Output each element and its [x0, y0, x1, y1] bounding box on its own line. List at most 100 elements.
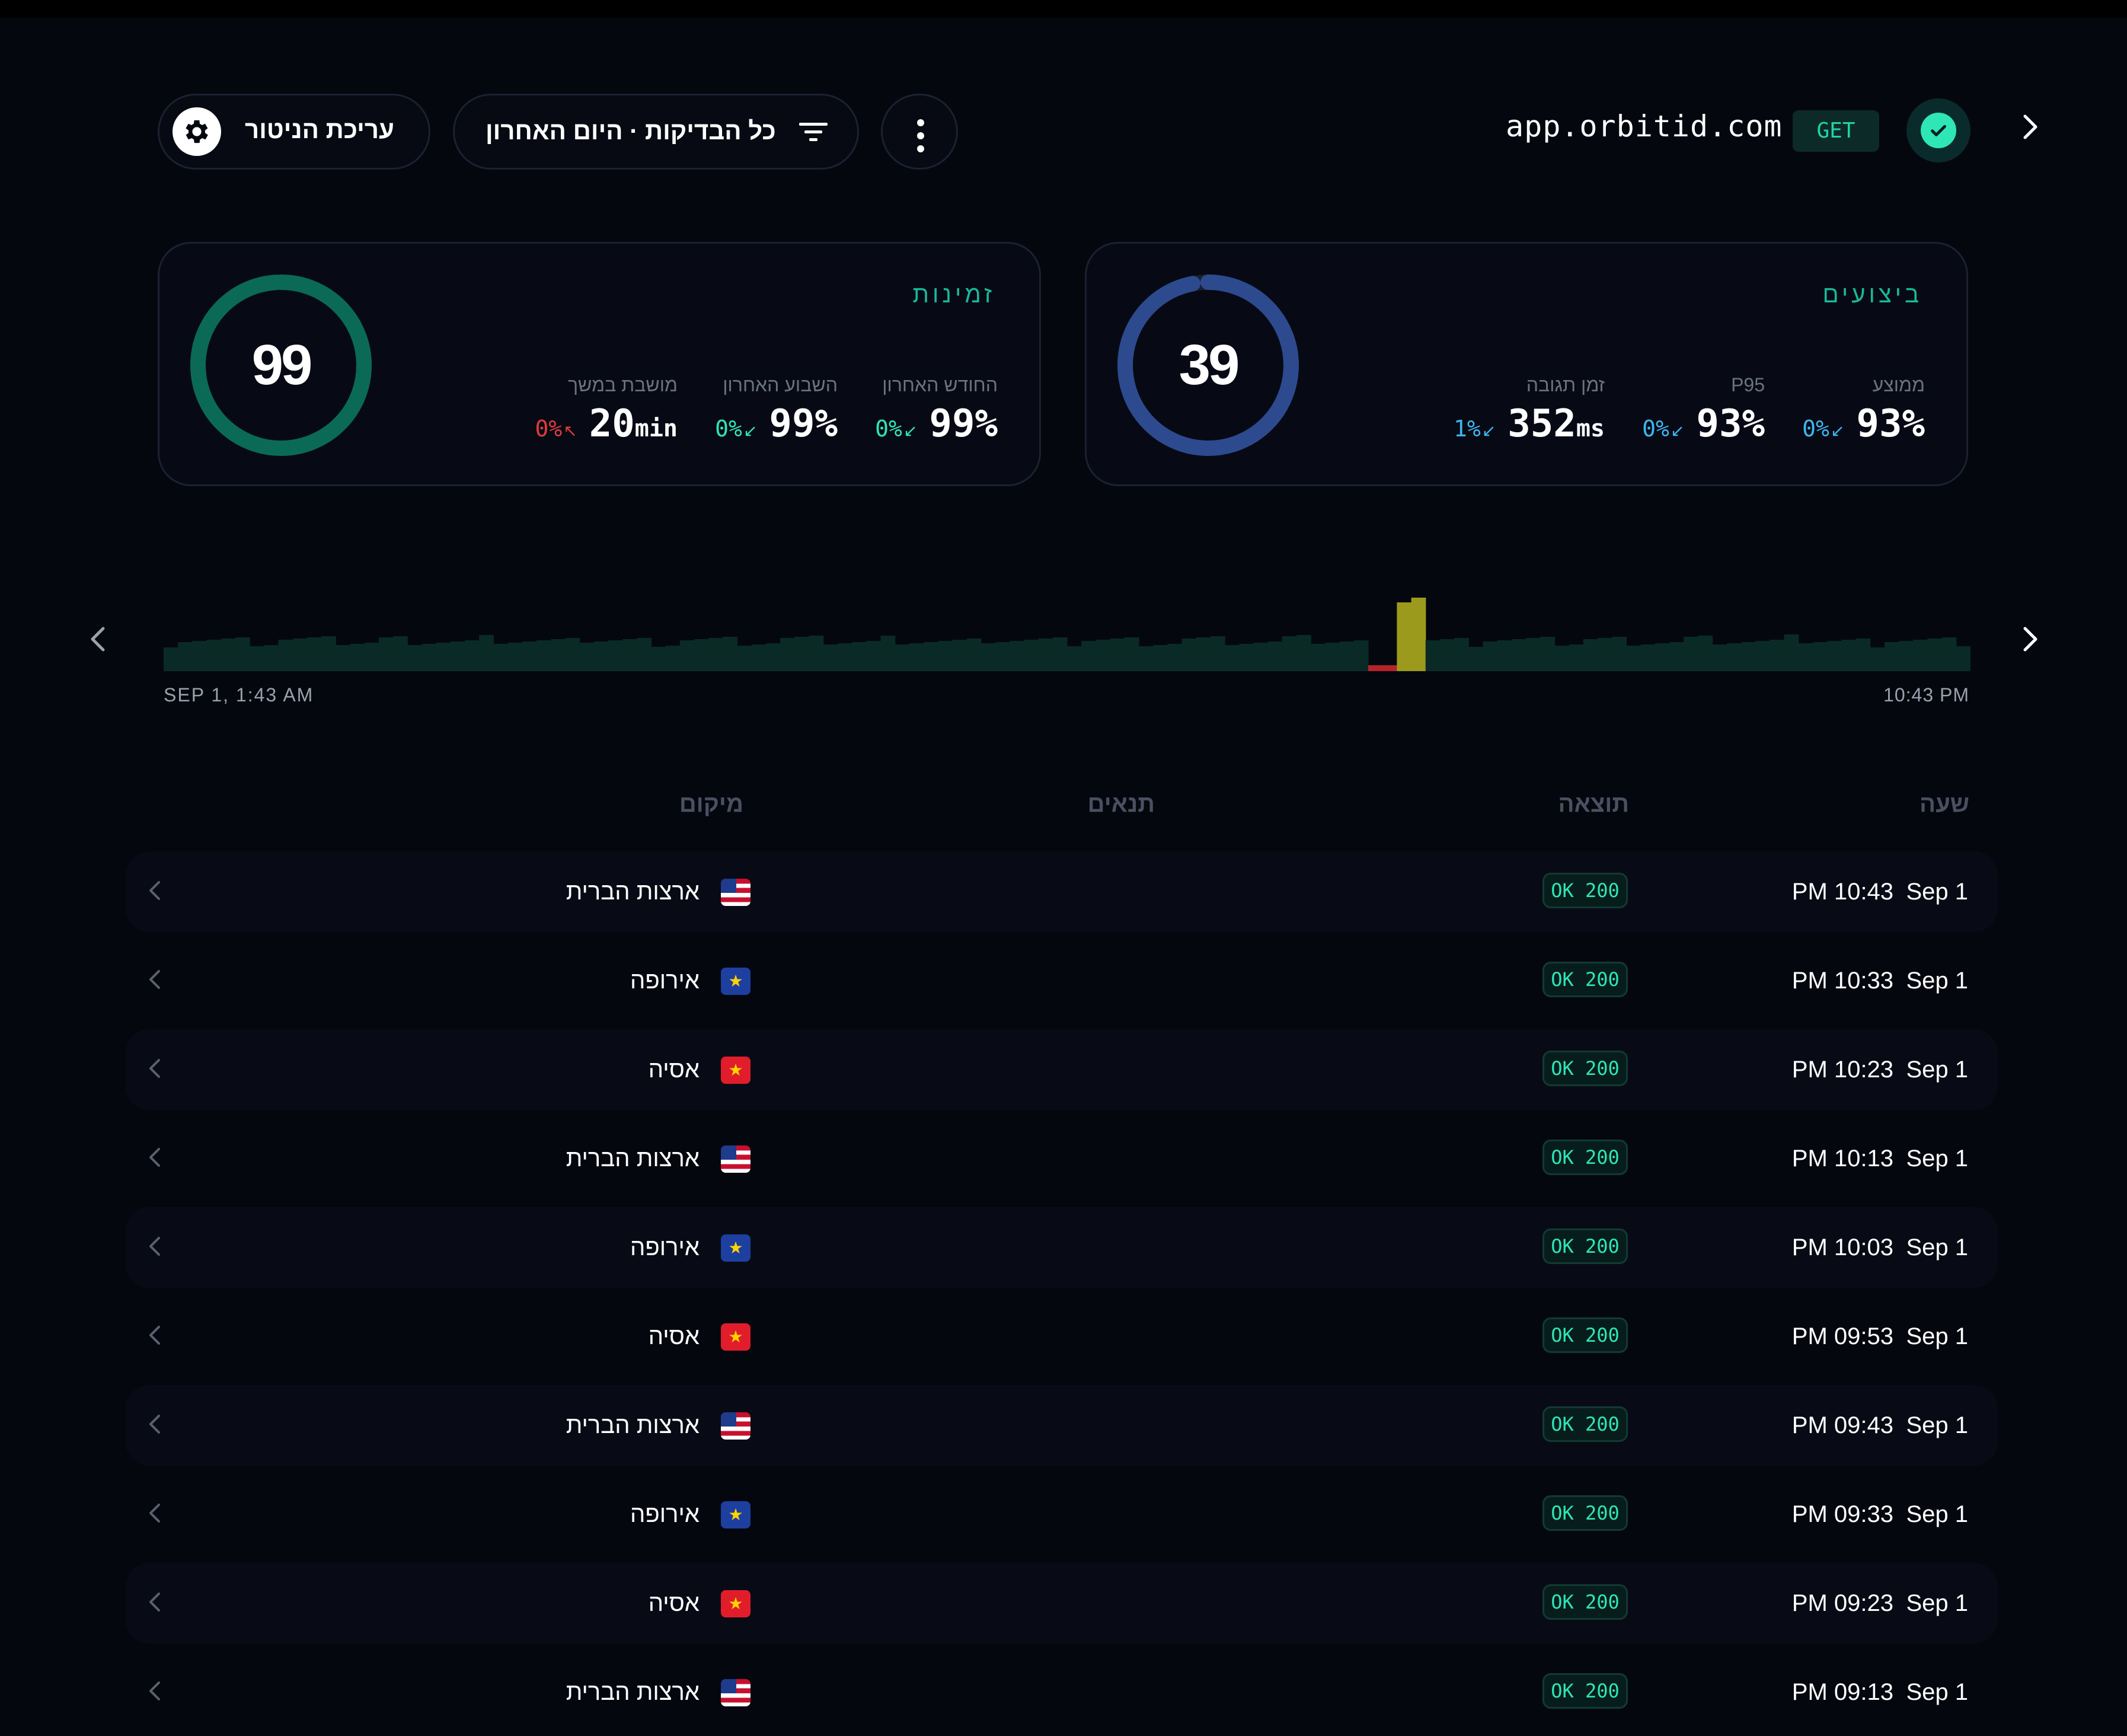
chevron-left-icon[interactable]	[147, 1412, 162, 1439]
timeline-bar[interactable]	[966, 639, 982, 671]
timeline-bar[interactable]	[1870, 647, 1885, 671]
timeline-bar[interactable]	[1569, 644, 1584, 671]
chevron-left-icon[interactable]	[147, 1057, 162, 1083]
timeline-bar[interactable]	[924, 642, 938, 671]
chevron-right-icon[interactable]	[2019, 623, 2043, 659]
chevron-left-icon[interactable]	[87, 623, 110, 659]
timeline-bar[interactable]	[1353, 640, 1369, 671]
timeline-bar[interactable]	[1096, 640, 1111, 671]
column-header-time[interactable]: שעה	[1920, 791, 1969, 818]
table-row[interactable]: ★ אסיה OK 200 PM 09:23 Sep 1	[126, 1563, 1998, 1644]
timeline-bar[interactable]	[1439, 639, 1455, 671]
timeline-bar[interactable]	[952, 640, 967, 671]
timeline-bar[interactable]	[1339, 642, 1355, 671]
table-row[interactable]: ★ אסיה OK 200 PM 09:53 Sep 1	[126, 1296, 1998, 1377]
timeline-bar[interactable]	[1812, 642, 1828, 671]
table-row[interactable]: ארצות הברית OK 200 PM 09:43 Sep 1	[126, 1385, 1998, 1466]
timeline-bar[interactable]	[421, 644, 437, 671]
timeline-bar[interactable]	[1640, 644, 1656, 671]
timeline-bar[interactable]	[164, 647, 178, 671]
timeline-bar[interactable]	[809, 636, 824, 671]
filter-button[interactable]: כל הבדיקות · היום האחרון	[453, 94, 859, 170]
timeline-bar[interactable]	[1167, 644, 1183, 671]
timeline-bar[interactable]	[1827, 641, 1842, 671]
timeline-bar[interactable]	[1497, 640, 1512, 671]
timeline-bar[interactable]	[479, 635, 494, 671]
timeline-bar[interactable]	[306, 637, 322, 671]
timeline-bar[interactable]	[637, 638, 652, 671]
timeline-bar[interactable]	[1927, 639, 1943, 671]
timeline-bar[interactable]	[364, 643, 379, 671]
table-row[interactable]: ארצות הברית OK 200 PM 10:13 Sep 1	[126, 1118, 1998, 1199]
timeline-bar[interactable]	[622, 639, 637, 671]
timeline-bar[interactable]	[694, 639, 709, 671]
timeline-bar[interactable]	[1740, 642, 1756, 671]
timeline-bar[interactable]	[450, 642, 465, 671]
timeline-bar[interactable]	[593, 642, 609, 671]
table-row[interactable]: ★ אסיה OK 200 PM 10:23 Sep 1	[126, 1029, 1998, 1110]
timeline-bar[interactable]	[995, 642, 1010, 671]
timeline-bar[interactable]	[608, 640, 623, 671]
timeline-bar[interactable]	[1855, 639, 1871, 671]
chevron-left-icon[interactable]	[147, 1234, 162, 1261]
timeline-bar[interactable]	[1038, 639, 1053, 671]
timeline-bar[interactable]	[1253, 643, 1269, 671]
column-header-conditions[interactable]: תנאים	[1088, 791, 1155, 818]
timeline-bar[interactable]	[1612, 637, 1627, 671]
timeline-bar[interactable]	[1540, 637, 1556, 671]
timeline-bar[interactable]	[1655, 643, 1670, 671]
timeline-bar[interactable]	[1325, 643, 1340, 671]
timeline-bar[interactable]	[1598, 638, 1612, 671]
timeline-bar[interactable]	[1052, 637, 1068, 671]
timeline-bar[interactable]	[723, 637, 738, 671]
timeline-bar[interactable]	[178, 642, 193, 671]
timeline-bar[interactable]	[1210, 636, 1225, 671]
timeline-bar[interactable]	[1884, 642, 1899, 671]
timeline-bar[interactable]	[1138, 646, 1154, 671]
timeline-bar[interactable]	[651, 647, 666, 671]
table-row[interactable]: ★ אירופה OK 200 PM 09:33 Sep 1	[126, 1474, 1998, 1555]
timeline-bar[interactable]	[407, 645, 423, 671]
timeline-bar[interactable]	[1784, 634, 1799, 671]
timeline-bar[interactable]	[278, 640, 293, 671]
timeline-bar[interactable]	[1669, 642, 1684, 671]
timeline-bar[interactable]	[1454, 638, 1469, 671]
timeline-bar[interactable]	[1913, 640, 1928, 671]
timeline-bar[interactable]	[465, 640, 480, 671]
timeline-bar[interactable]	[350, 644, 365, 671]
timeline-bar[interactable]	[1239, 644, 1254, 671]
timeline-bar[interactable]	[321, 636, 336, 671]
timeline-bar[interactable]	[1755, 641, 1770, 671]
column-header-location[interactable]: מיקום	[679, 791, 743, 818]
timeline-bar[interactable]	[708, 638, 724, 671]
chevron-left-icon[interactable]	[147, 968, 162, 994]
chevron-left-icon[interactable]	[147, 1501, 162, 1528]
chevron-left-icon[interactable]	[147, 1679, 162, 1706]
timeline-bar[interactable]	[292, 639, 308, 671]
timeline-bar[interactable]	[938, 641, 953, 671]
timeline-bar[interactable]	[1511, 639, 1526, 671]
timeline-bar[interactable]	[1153, 645, 1168, 671]
timeline-bar[interactable]	[264, 645, 279, 671]
timeline-bar[interactable]	[766, 643, 781, 671]
timeline-bar[interactable]	[1684, 637, 1698, 671]
timeline-bar[interactable]	[1941, 637, 1957, 671]
timeline-bar[interactable]	[1554, 646, 1570, 671]
timeline-bar[interactable]	[1899, 641, 1914, 671]
table-row[interactable]: ★ אירופה OK 200 PM 10:33 Sep 1	[126, 940, 1998, 1021]
timeline-bar[interactable]	[235, 637, 250, 671]
timeline-bar[interactable]	[1024, 640, 1039, 671]
timeline-bar[interactable]	[1798, 643, 1813, 671]
column-header-result[interactable]: תוצאה	[1558, 791, 1629, 818]
chevron-left-icon[interactable]	[147, 1590, 162, 1617]
timeline-bar[interactable]	[909, 643, 924, 671]
timeline-bar[interactable]	[1010, 641, 1025, 671]
more-options-button[interactable]	[881, 94, 958, 170]
timeline-bar[interactable]	[1468, 647, 1484, 671]
timeline-bar[interactable]	[1397, 602, 1412, 671]
timeline-bar[interactable]	[1282, 636, 1297, 671]
timeline-bar[interactable]	[1726, 643, 1742, 671]
timeline-bar[interactable]	[1382, 665, 1397, 671]
timeline-bar[interactable]	[1124, 637, 1139, 671]
timeline-bar[interactable]	[981, 643, 996, 671]
